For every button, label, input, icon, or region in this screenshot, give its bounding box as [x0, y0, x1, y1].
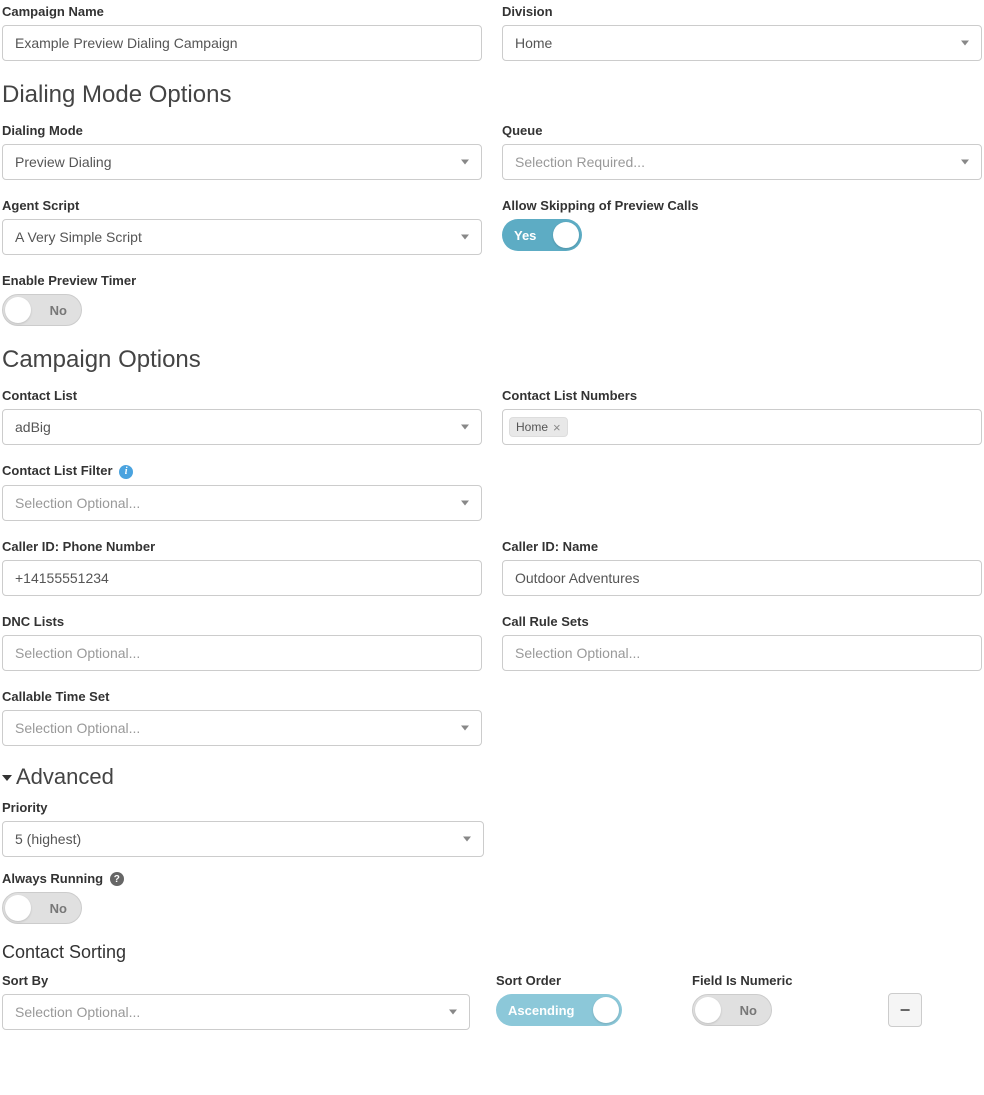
field-is-numeric-label: Field Is Numeric: [692, 973, 862, 988]
tag-text: Home: [516, 420, 548, 434]
division-label: Division: [502, 4, 982, 19]
chevron-down-icon: [961, 160, 969, 165]
dnc-lists-input[interactable]: [2, 635, 482, 671]
toggle-knob: [593, 997, 619, 1023]
enable-preview-timer-toggle-text: No: [50, 303, 67, 318]
contact-list-numbers-label: Contact List Numbers: [502, 388, 982, 403]
contact-list-label: Contact List: [2, 388, 482, 403]
chevron-down-icon: [449, 1010, 457, 1015]
sort-by-label: Sort By: [2, 973, 470, 988]
agent-script-select[interactable]: A Very Simple Script: [2, 219, 482, 255]
dialing-mode-label: Dialing Mode: [2, 123, 482, 138]
dnc-lists-label: DNC Lists: [2, 614, 482, 629]
enable-preview-timer-label: Enable Preview Timer: [2, 273, 482, 288]
agent-script-label: Agent Script: [2, 198, 482, 213]
help-icon[interactable]: ?: [110, 872, 124, 886]
field-is-numeric-toggle[interactable]: No: [692, 994, 772, 1026]
sort-order-label: Sort Order: [496, 973, 666, 988]
chevron-down-icon: [461, 160, 469, 165]
caller-id-name-input[interactable]: [502, 560, 982, 596]
campaign-name-input[interactable]: [2, 25, 482, 61]
call-rule-sets-label: Call Rule Sets: [502, 614, 982, 629]
call-rule-sets-input[interactable]: [502, 635, 982, 671]
caller-id-name-label: Caller ID: Name: [502, 539, 982, 554]
priority-select-value: 5 (highest): [15, 831, 81, 847]
sort-order-toggle[interactable]: Ascending: [496, 994, 622, 1026]
toggle-knob: [553, 222, 579, 248]
allow-skipping-label: Allow Skipping of Preview Calls: [502, 198, 982, 213]
chevron-down-icon: [461, 425, 469, 430]
toggle-knob: [5, 895, 31, 921]
always-running-toggle[interactable]: No: [2, 892, 82, 924]
callable-time-set-placeholder: Selection Optional...: [15, 720, 140, 736]
dialing-mode-select[interactable]: Preview Dialing: [2, 144, 482, 180]
contact-list-select[interactable]: adBig: [2, 409, 482, 445]
advanced-toggle-heading[interactable]: Advanced: [2, 764, 982, 790]
caller-id-phone-label: Caller ID: Phone Number: [2, 539, 482, 554]
contact-sorting-heading: Contact Sorting: [2, 942, 982, 963]
always-running-label: Always Running ?: [2, 871, 482, 887]
division-select[interactable]: Home: [502, 25, 982, 61]
division-select-value: Home: [515, 35, 552, 51]
contact-list-filter-label: Contact List Filter i: [2, 463, 482, 479]
contact-list-numbers-tag: Home ×: [509, 417, 568, 437]
sort-by-select[interactable]: Selection Optional...: [2, 994, 470, 1030]
chevron-down-icon: [461, 235, 469, 240]
dialing-mode-select-value: Preview Dialing: [15, 154, 111, 170]
chevron-down-icon: [463, 836, 471, 841]
allow-skipping-toggle[interactable]: Yes: [502, 219, 582, 251]
sort-by-placeholder: Selection Optional...: [15, 1004, 140, 1020]
queue-select-placeholder: Selection Required...: [515, 154, 645, 170]
callable-time-set-label: Callable Time Set: [2, 689, 482, 704]
priority-select[interactable]: 5 (highest): [2, 821, 484, 857]
allow-skipping-toggle-text: Yes: [514, 228, 536, 243]
queue-select[interactable]: Selection Required...: [502, 144, 982, 180]
contact-list-filter-placeholder: Selection Optional...: [15, 495, 140, 511]
campaign-name-label: Campaign Name: [2, 4, 482, 19]
caret-down-icon: [2, 775, 12, 781]
enable-preview-timer-toggle[interactable]: No: [2, 294, 82, 326]
contact-list-numbers-input[interactable]: Home ×: [502, 409, 982, 445]
chevron-down-icon: [961, 41, 969, 46]
chevron-down-icon: [461, 725, 469, 730]
callable-time-set-select[interactable]: Selection Optional...: [2, 710, 482, 746]
always-running-toggle-text: No: [50, 901, 67, 916]
remove-sort-row-button[interactable]: −: [888, 993, 922, 1027]
chevron-down-icon: [461, 500, 469, 505]
contact-list-select-value: adBig: [15, 419, 51, 435]
info-icon[interactable]: i: [119, 465, 133, 479]
contact-list-filter-select[interactable]: Selection Optional...: [2, 485, 482, 521]
caller-id-phone-input[interactable]: [2, 560, 482, 596]
field-is-numeric-toggle-text: No: [740, 1003, 757, 1018]
minus-icon: −: [900, 1000, 911, 1021]
priority-label: Priority: [2, 800, 484, 815]
toggle-knob: [5, 297, 31, 323]
tag-remove-icon[interactable]: ×: [553, 421, 561, 434]
queue-label: Queue: [502, 123, 982, 138]
sort-order-toggle-text: Ascending: [508, 1003, 574, 1018]
agent-script-select-value: A Very Simple Script: [15, 229, 142, 245]
toggle-knob: [695, 997, 721, 1023]
dialing-mode-options-heading: Dialing Mode Options: [2, 81, 982, 109]
campaign-options-heading: Campaign Options: [2, 346, 982, 374]
